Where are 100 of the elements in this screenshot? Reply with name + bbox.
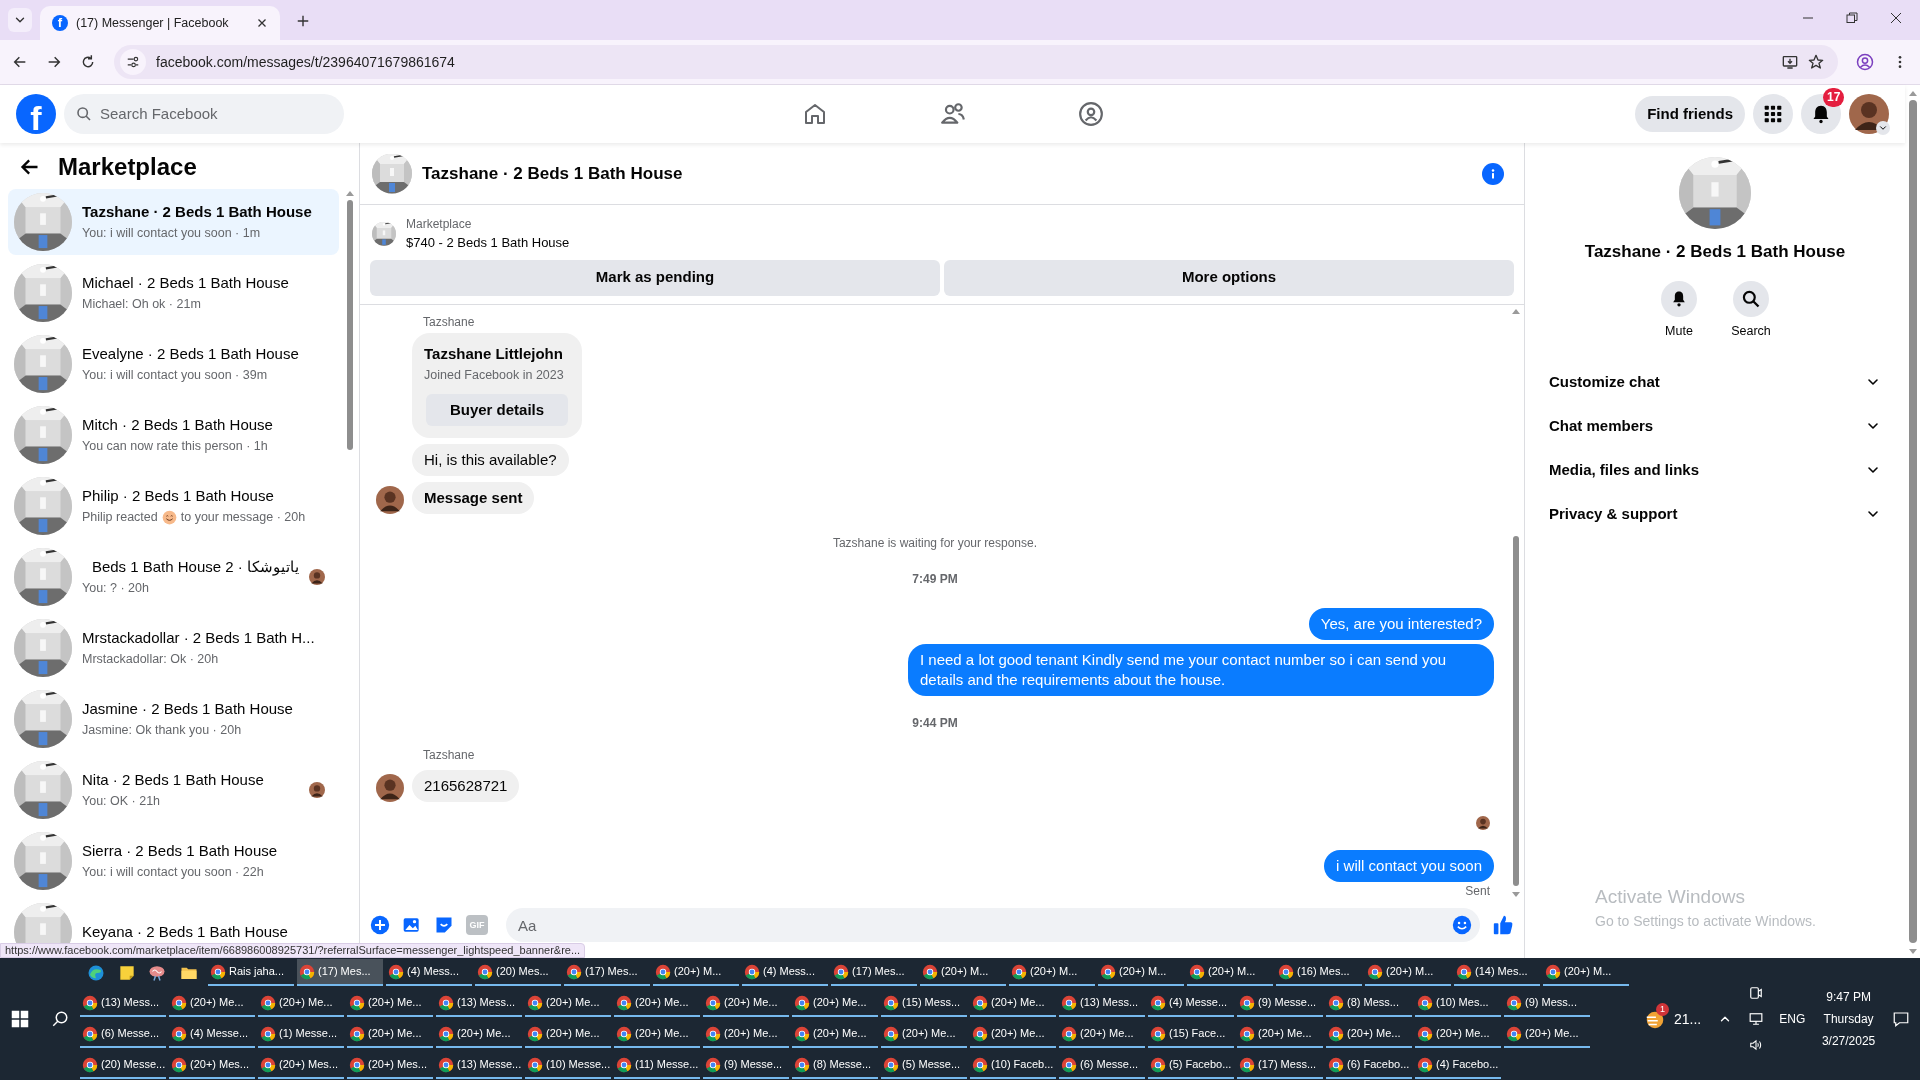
taskbar-item[interactable]: (20+) Mes... [347,1052,433,1079]
sticky-notes-icon[interactable] [118,964,135,981]
taskbar-item[interactable]: (4) Mess... [386,959,472,986]
back-arrow-icon[interactable] [20,157,40,177]
taskbar-item[interactable]: (17) Mes... [831,959,917,986]
taskbar-item[interactable]: (20+) Me... [347,1021,433,1048]
close-window-icon[interactable] [1890,12,1902,24]
facebook-logo[interactable]: f [16,94,56,134]
forward-icon[interactable] [46,54,62,70]
volume-icon[interactable] [1748,1038,1763,1052]
taskbar-item[interactable]: (4) Mess... [742,959,828,986]
taskbar-item[interactable]: (20+) Me... [970,990,1056,1017]
taskbar-item[interactable]: (20+) M... [1365,959,1451,986]
taskbar-item[interactable]: (20+) Me... [1237,1021,1323,1048]
taskbar-item[interactable]: (10) Mes... [1415,990,1501,1017]
taskbar-item[interactable]: Rais jaha... [208,959,294,986]
taskbar-item[interactable]: (10) Messe... [525,1052,611,1079]
taskbar-item[interactable]: (17) Mes... [564,959,650,986]
network-icon[interactable] [1748,1012,1763,1026]
taskbar-item[interactable]: (13) Mess... [1059,990,1145,1017]
search-icon[interactable] [51,1010,69,1028]
taskbar-item[interactable]: (20+) M... [1098,959,1184,986]
image-icon[interactable] [402,915,422,935]
taskbar-item[interactable]: (20+) Me... [970,1021,1056,1048]
taskbar-item[interactable]: (4) Facebo... [1415,1052,1501,1079]
notifications-icon[interactable] [1891,1010,1910,1028]
taskbar-item[interactable]: (13) Messe... [436,1052,522,1079]
taskbar-item[interactable]: (20+) Me... [258,990,344,1017]
star-icon[interactable] [1808,54,1824,70]
taskbar-item[interactable]: (9) Messe... [1237,990,1323,1017]
taskbar-item[interactable]: (13) Mess... [436,990,522,1017]
emoji-icon[interactable] [1452,915,1472,935]
install-icon[interactable] [1782,54,1798,70]
taskbar-item[interactable]: (6) Messe... [1059,1052,1145,1079]
taskbar-item[interactable]: (20+) Me... [1059,1021,1145,1048]
camera-icon[interactable] [1748,986,1763,1000]
taskbar-item[interactable]: (20+) M... [1009,959,1095,986]
taskbar-item[interactable]: (20+) Me... [1415,1021,1501,1048]
restore-icon[interactable] [1846,12,1858,24]
panel-section[interactable]: Privacy & support [1541,492,1889,537]
back-icon[interactable] [12,54,28,70]
taskbar-item[interactable]: (17) Mess... [1237,1052,1323,1079]
windows-icon[interactable] [11,1010,29,1028]
taskbar-item[interactable]: (20+) Me... [881,1021,967,1048]
taskbar-item[interactable]: (8) Messe... [792,1052,878,1079]
taskbar-item[interactable]: (20+) Mes... [258,1052,344,1079]
taskbar-item[interactable]: (9) Mess... [1504,990,1590,1017]
taskbar-item[interactable]: (20+) M... [920,959,1006,986]
like-icon[interactable] [1492,914,1514,936]
search-input[interactable]: Search Facebook [100,102,320,126]
browser-tab[interactable]: f (17) Messenger | Facebook [40,6,280,40]
close-icon[interactable] [256,17,268,29]
new-tab-icon[interactable] [296,14,310,28]
taskbar-item[interactable]: (16) Mes... [1276,959,1362,986]
reload-icon[interactable] [80,54,96,70]
taskbar-item[interactable]: (20+) Me... [1326,1021,1412,1048]
taskbar-item[interactable]: (15) Mess... [881,990,967,1017]
taskbar-item[interactable]: (5) Facebo... [1148,1052,1234,1079]
profile-icon[interactable] [1856,53,1874,71]
taskbar-item[interactable]: (20) Mes... [475,959,561,986]
panel-section[interactable]: Customize chat [1541,360,1889,405]
taskbar-item[interactable]: (6) Messe... [80,1021,166,1048]
taskbar-item[interactable]: (20+) M... [1543,959,1629,986]
taskbar-item[interactable]: (20+) Me... [792,990,878,1017]
listing-action-button[interactable]: Mark as pending [370,259,940,296]
taskbar-item[interactable]: (20+) Me... [1504,1021,1590,1048]
panel-section[interactable]: Media, files and links [1541,448,1889,493]
taskbar-item[interactable]: (20+) M... [653,959,739,986]
taskbar-item[interactable]: (8) Mess... [1326,990,1412,1017]
panel-section[interactable]: Chat members [1541,404,1889,449]
taskbar-item[interactable]: (20) Messe... [80,1052,166,1079]
taskbar-item[interactable]: (15) Face... [1148,1021,1234,1048]
conversation-item[interactable]: Tazshane · 2 Beds 1 Bath House You: i will contact you soon · 1m [8,189,339,255]
taskbar-item[interactable]: (20+) Mes... [169,1052,255,1079]
taskbar-item[interactable]: (14) Mes... [1454,959,1540,986]
menu-button[interactable] [1753,94,1793,134]
taskbar-item[interactable]: (20+) Me... [525,990,611,1017]
taskbar-item[interactable]: (20+) Me... [614,1021,700,1048]
address-bar[interactable]: facebook.com/messages/t/23964071679861674 [114,45,1838,79]
sticker-icon[interactable] [434,915,454,935]
taskbar-item[interactable]: (20+) Me... [525,1021,611,1048]
taskbar-item[interactable]: (20+) Me... [169,990,255,1017]
listing-action-button[interactable]: More options [944,259,1514,296]
taskbar-item[interactable]: (20+) Me... [703,1021,789,1048]
tab-search-button[interactable] [8,8,32,32]
taskbar-item[interactable]: (4) Messe... [169,1021,255,1048]
taskbar-item[interactable]: (20+) Me... [792,1021,878,1048]
taskbar-item[interactable]: (9) Messe... [703,1052,789,1079]
find-friends-button[interactable]: Find friends [1635,96,1745,132]
buyer-details-button[interactable]: Buyer details [426,394,568,427]
account-menu-icon[interactable] [1876,121,1890,135]
taskbar-item[interactable]: (20+) Me... [703,990,789,1017]
taskbar-item[interactable]: (17) Mes... [297,959,383,986]
mute-button[interactable] [1661,280,1697,317]
taskbar-item[interactable]: (20+) Me... [347,990,433,1017]
taskbar-item[interactable]: (20+) Me... [436,1021,522,1048]
language-indicator[interactable]: ENG [1779,1010,1806,1028]
add-icon[interactable] [370,915,390,935]
taskbar-item[interactable]: (6) Facebo... [1326,1052,1412,1079]
info-button[interactable] [1482,162,1504,185]
